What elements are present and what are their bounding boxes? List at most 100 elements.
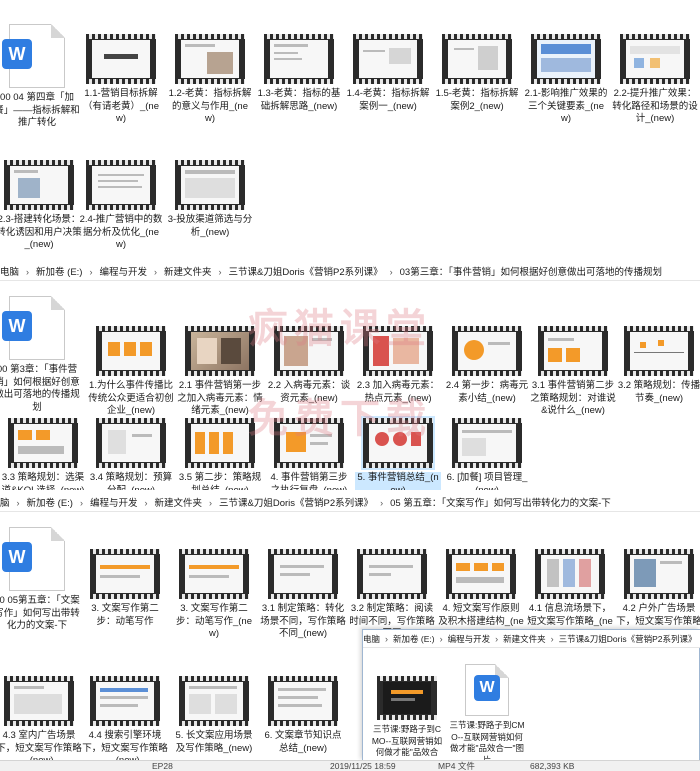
- video-file-item[interactable]: 3.5 第二步：策略规划总结_(new): [177, 418, 263, 490]
- breadcrumb-item[interactable]: 新建文件夹: [503, 630, 546, 647]
- breadcrumb-item[interactable]: 新建文件夹: [154, 495, 202, 511]
- video-file-item[interactable]: 1.3-老黄：指标的基础拆解思路_(new): [256, 34, 342, 113]
- file-item[interactable]: W 00 第3章：「事件营销」如何根据好创意做出可落地的传播规划: [0, 296, 80, 414]
- video-thumbnail: [96, 418, 166, 468]
- video-thumbnail: [452, 326, 522, 376]
- video-thumbnail: [268, 549, 338, 599]
- breadcrumb-item[interactable]: 三节课&刀姐Doris《营销P2系列课》: [229, 264, 383, 280]
- video-thumbnail: [377, 676, 437, 720]
- chevron-right-icon: ›: [79, 498, 83, 508]
- chevron-right-icon: ›: [380, 498, 384, 508]
- breadcrumb[interactable]: 脑 › 新加卷 (E:) › 编程与开发 › 新建文件夹 › 三节课&刀姐Doris《营销P2系…: [0, 494, 700, 512]
- video-thumbnail: [535, 549, 605, 599]
- video-thumbnail: [442, 34, 512, 84]
- video-thumbnail: [353, 34, 423, 84]
- chevron-right-icon: ›: [389, 267, 393, 277]
- video-file-item[interactable]: 1.为什么事件传播比传统公众更适合初创企业_(new): [88, 326, 174, 418]
- video-file-item[interactable]: 3. 文案写作第二步：动笔写作: [82, 549, 168, 628]
- video-thumbnail: [90, 676, 160, 726]
- chevron-right-icon: ›: [385, 634, 389, 644]
- explorer-window-overlay[interactable]: 电脑 › 新加卷 (E:) › 编程与开发 › 新建文件夹 › 三节课&刀姐Doris《营销P2…: [362, 629, 700, 769]
- word-doc-icon: W: [2, 24, 65, 88]
- chevron-right-icon: ›: [209, 498, 212, 508]
- breadcrumb-item[interactable]: 电脑: [0, 264, 19, 280]
- breadcrumb-item[interactable]: 脑: [0, 495, 10, 511]
- chevron-right-icon: ›: [144, 498, 148, 508]
- video-file-item[interactable]: 5. 长文案应用场景及写作策略_(new): [171, 676, 257, 755]
- chevron-right-icon: ›: [89, 267, 93, 277]
- video-thumbnail: [446, 549, 516, 599]
- breadcrumb-item[interactable]: 三节课&刀姐Doris《营销P2系列课》: [219, 495, 373, 511]
- video-thumbnail: [274, 418, 344, 468]
- video-file-item[interactable]: 4.3 室内广告场景下，短文案写作策略_(new): [0, 676, 82, 760]
- breadcrumb-item[interactable]: 编程与开发: [90, 495, 138, 511]
- file-item[interactable]: W 三节课:野路子到CMO--互联网营销如何做才能"品效合一"图片: [449, 664, 525, 766]
- breadcrumb-item[interactable]: 编程与开发: [448, 630, 491, 647]
- breadcrumb-item[interactable]: 新加卷 (E:): [27, 495, 73, 511]
- breadcrumb-item[interactable]: 新加卷 (E:): [393, 630, 435, 647]
- status-type: MP4 文件: [438, 761, 475, 771]
- video-file-item[interactable]: 3.4 策略规划：预算分配_(new): [88, 418, 174, 490]
- status-date: 2019/11/25 18:59: [330, 761, 396, 771]
- file-item[interactable]: W 00 05第五章：「文案写作」如何写出带转化力的文案-下: [0, 527, 80, 633]
- video-thumbnail: [357, 549, 427, 599]
- status-name: EP28: [152, 761, 173, 771]
- video-thumbnail: [90, 549, 160, 599]
- breadcrumb-item[interactable]: 03第三章：「事件营销」如何根据好创意做出可落地的传播规划: [400, 264, 662, 280]
- video-file-item[interactable]: 4. 短文案写作原则及积木搭建结构_(new): [438, 549, 524, 641]
- video-thumbnail: [452, 418, 522, 468]
- video-file-item[interactable]: 3.1 制定策略：转化场景不同，写作策略不同_(new): [260, 549, 346, 641]
- video-file-item[interactable]: 1.4-老黄：指标拆解案例一_(new): [345, 34, 431, 113]
- video-file-item[interactable]: 三节课:野路子到CMO--互联网营销如何做才能"品效合一"(new): [371, 676, 443, 770]
- video-thumbnail: [179, 676, 249, 726]
- breadcrumb[interactable]: 电脑 › 新加卷 (E:) › 编程与开发 › 新建文件夹 › 三节课&刀姐Doris《营销P2…: [0, 263, 700, 281]
- video-file-item[interactable]: 2.2-提升推广效果：转化路径和场景的设计_(new): [612, 34, 698, 126]
- video-file-item[interactable]: 1.1-营销目标拆解（有请老黄）_(new): [78, 34, 164, 126]
- video-thumbnail: [620, 34, 690, 84]
- breadcrumb-item[interactable]: 三节课&刀姐Doris《营销P2系列课》: [559, 630, 697, 647]
- video-file-item[interactable]: 3-投放渠道筛选与分析_(new): [167, 160, 253, 239]
- video-thumbnail: [185, 418, 255, 468]
- video-file-item[interactable]: 3.1 事件营销第二步之策略规划：对谁说&说什么_(new): [530, 326, 616, 418]
- breadcrumb[interactable]: 电脑 › 新加卷 (E:) › 编程与开发 › 新建文件夹 › 三节课&刀姐Doris《营销P2…: [363, 630, 700, 648]
- video-file-item[interactable]: 2.1-影响推广效果的三个关键要素_(new): [523, 34, 609, 126]
- status-size: 682,393 KB: [530, 761, 575, 771]
- breadcrumb-item[interactable]: 05 第五章：「文案写作」如何写出带转化力的文案-下: [390, 495, 611, 511]
- video-file-item[interactable]: 6. 文案章节知识点总结_(new): [260, 676, 346, 755]
- video-file-item[interactable]: 2.4-推广营销中的数据分析及优化_(new): [78, 160, 164, 252]
- video-thumbnail: [624, 549, 694, 599]
- video-file-item[interactable]: 3.3 策略规划：选渠道&KOL选择_(new): [0, 418, 86, 490]
- video-file-item[interactable]: 2.4 第一步：病毒元素小结_(new): [444, 326, 530, 405]
- video-thumbnail: [264, 34, 334, 84]
- file-item[interactable]: W 00 04 第四章「加餐」——指标拆解和推广转化: [0, 24, 80, 130]
- video-file-item[interactable]: 2.3-搭建转化场景：转化诱因和用户决策_(new): [0, 160, 82, 252]
- video-thumbnail: [624, 326, 694, 376]
- breadcrumb-item[interactable]: 编程与开发: [99, 264, 147, 280]
- video-file-item[interactable]: 3.2 策略规划：传播节奏_(new): [616, 326, 700, 405]
- breadcrumb-item[interactable]: 电脑: [363, 630, 380, 647]
- video-file-item[interactable]: 4.2 户外广告场景下，短文案写作策略_(new): [616, 549, 700, 641]
- video-file-item[interactable]: 2.2 入病毒元素：谈资元素_(new): [266, 326, 352, 405]
- chevron-right-icon: ›: [16, 498, 20, 508]
- chevron-right-icon: ›: [153, 267, 157, 277]
- video-file-item[interactable]: 3. 文案写作第二步：动笔写作_(new): [171, 549, 257, 641]
- video-file-item[interactable]: 4. 事件营销第三步之执行复盘_(new): [266, 418, 352, 490]
- folder-panel-chapter3: W 00 第3章：「事件营销」如何根据好创意做出可落地的传播规划 1.为什么事件…: [0, 282, 700, 490]
- breadcrumb-item[interactable]: 新建文件夹: [164, 264, 212, 280]
- breadcrumb-item[interactable]: 新加卷 (E:): [36, 264, 82, 280]
- video-thumbnail: [185, 326, 255, 376]
- video-file-item[interactable]: 6. [加餐] 项目管理_(new): [444, 418, 530, 490]
- chevron-right-icon: ›: [26, 267, 30, 277]
- video-file-item[interactable]: 2.1 事件营销第一步之加入病毒元素：情绪元素_(new): [177, 326, 263, 418]
- video-file-item[interactable]: 4.4 搜索引擎环境下，短文案写作策略_(new): [82, 676, 168, 760]
- video-file-item[interactable]: 2.3 加入病毒元素：热点元素_(new): [355, 326, 441, 405]
- video-file-item-selected[interactable]: 5. 事件营销总结_(new): [355, 416, 441, 490]
- video-file-item[interactable]: 4.1 信息流场景下，短文案写作策略_(new): [527, 549, 613, 641]
- video-thumbnail: [4, 676, 74, 726]
- video-file-item[interactable]: 1.2-老黄：指标拆解的意义与作用_(new): [167, 34, 253, 126]
- video-thumbnail: [179, 549, 249, 599]
- video-thumbnail: [268, 676, 338, 726]
- video-thumbnail: [274, 326, 344, 376]
- video-file-item[interactable]: 3.2 制定策略：阅读时间不同，写作策略不同: [349, 549, 435, 641]
- video-file-item[interactable]: 1.5-老黄：指标拆解案例2_(new): [434, 34, 520, 113]
